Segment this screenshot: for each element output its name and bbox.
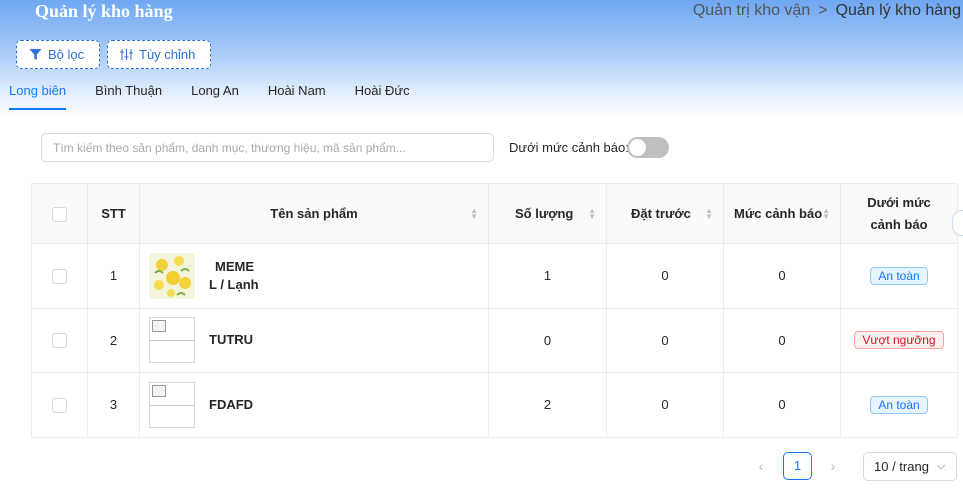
breadcrumb-separator: > [818, 2, 828, 19]
inventory-table: STT Tên sản phẩm ▲ ▼ Số lượng ▲ ▼ Đặt trướ… [31, 183, 958, 438]
customize-button-label: Tùy chỉnh [139, 47, 196, 62]
header-reserved-label: Đặt trước [631, 206, 691, 221]
row-checkbox[interactable] [52, 268, 67, 284]
sort-icon[interactable]: ▲ ▼ [588, 206, 596, 220]
product-name[interactable]: TUTRU [209, 331, 253, 349]
table-row: 1 MEME L / Lạnh 1 0 0 An toàn [31, 243, 958, 309]
row-quantity: 0 [488, 307, 607, 373]
row-select-cell [31, 243, 88, 309]
row-status-cell: Vượt ngưỡng [840, 307, 958, 373]
broken-image-icon [149, 317, 195, 364]
row-status-cell: An toàn [840, 372, 958, 438]
row-reserved: 0 [606, 307, 724, 373]
header-product-name-label: Tên sản phẩm [270, 206, 358, 221]
product-variant: L / Lạnh [209, 276, 259, 292]
row-status-cell: An toàn [840, 243, 958, 309]
product-thumbnail [149, 252, 195, 299]
warning-toggle-label: Dưới mức cảnh báo: [509, 140, 629, 155]
status-badge: An toàn [870, 266, 928, 285]
row-reserved: 0 [606, 243, 724, 309]
filter-icon [29, 49, 42, 60]
status-badge: An toàn [870, 395, 928, 414]
current-page-button[interactable]: 1 [783, 452, 812, 480]
breadcrumb-item-parent[interactable]: Quản trị kho vận [693, 2, 810, 20]
row-quantity: 2 [488, 372, 607, 438]
row-product-cell: TUTRU [139, 307, 489, 373]
status-badge: Vượt ngưỡng [854, 331, 944, 350]
header-below-warning: Dưới mức cảnh báo [840, 183, 958, 244]
sort-icon[interactable]: ▲ ▼ [822, 206, 830, 220]
row-select-cell [31, 372, 88, 438]
row-stt: 2 [87, 307, 140, 373]
row-warning-level: 0 [723, 243, 841, 309]
row-select-cell [31, 307, 88, 373]
row-product-cell: FDAFD [139, 372, 489, 438]
product-name[interactable]: FDAFD [209, 396, 253, 414]
header-warning-level[interactable]: Mức cảnh báo ▲ ▼ [723, 183, 841, 244]
below-warning-switch[interactable] [627, 137, 669, 158]
search-input[interactable] [41, 133, 494, 162]
header-warning-level-label: Mức cảnh báo [734, 206, 823, 221]
filter-button[interactable]: Bộ lọc [16, 40, 100, 69]
select-all-checkbox[interactable] [52, 206, 67, 222]
row-product-cell: MEME L / Lạnh [139, 243, 489, 309]
header-stt: STT [87, 183, 140, 244]
broken-image-icon [149, 381, 195, 428]
sort-icon[interactable]: ▲ ▼ [705, 206, 713, 220]
header-product-name[interactable]: Tên sản phẩm ▲ ▼ [139, 183, 489, 244]
header-reserved[interactable]: Đặt trước ▲ ▼ [606, 183, 724, 244]
header-quantity-label: Số lượng [515, 206, 574, 221]
table-row: 2 TUTRU 0 0 0 Vượt ngưỡng [31, 307, 958, 373]
sliders-icon [120, 49, 133, 60]
page-title: Quản lý kho hàng [35, 1, 173, 21]
row-stt: 3 [87, 372, 140, 438]
tab-binh-thuan[interactable]: Bình Thuận [95, 80, 162, 110]
row-warning-level: 0 [723, 307, 841, 373]
breadcrumb-item-current: Quản lý kho hàng [835, 2, 961, 19]
branch-tabs: Long biên Bình Thuận Long An Hoài Nam Ho… [0, 80, 963, 110]
page-size-value: 10 / trang [874, 459, 929, 474]
table-header-row: STT Tên sản phẩm ▲ ▼ Số lượng ▲ ▼ Đặt trướ… [31, 183, 958, 244]
page-size-select[interactable]: 10 / trang [863, 452, 957, 481]
product-name[interactable]: MEME [209, 258, 259, 276]
sort-icon[interactable]: ▲ ▼ [470, 206, 478, 220]
row-reserved: 0 [606, 372, 724, 438]
side-drawer-handle[interactable] [952, 210, 963, 236]
tab-long-an[interactable]: Long An [191, 80, 239, 110]
switch-knob [629, 139, 646, 156]
filter-button-label: Bộ lọc [48, 47, 85, 62]
tab-hoai-nam[interactable]: Hoài Nam [268, 80, 326, 110]
row-warning-level: 0 [723, 372, 841, 438]
next-page-button[interactable]: › [825, 452, 841, 480]
tab-long-bien[interactable]: Long biên [9, 80, 67, 110]
row-checkbox[interactable] [52, 397, 67, 413]
tab-hoai-duc[interactable]: Hoài Đức [355, 80, 410, 110]
header-quantity[interactable]: Số lượng ▲ ▼ [488, 183, 607, 244]
row-stt: 1 [87, 243, 140, 309]
row-quantity: 1 [488, 243, 607, 309]
row-checkbox[interactable] [52, 333, 67, 349]
prev-page-button[interactable]: ‹ [753, 452, 769, 480]
header-select-all [31, 183, 88, 244]
breadcrumb: Quản trị kho vận > Quản lý kho hàng [693, 2, 961, 20]
customize-button[interactable]: Tùy chỉnh [107, 40, 211, 69]
chevron-down-icon [936, 464, 946, 470]
table-row: 3 FDAFD 2 0 0 An toàn [31, 372, 958, 438]
